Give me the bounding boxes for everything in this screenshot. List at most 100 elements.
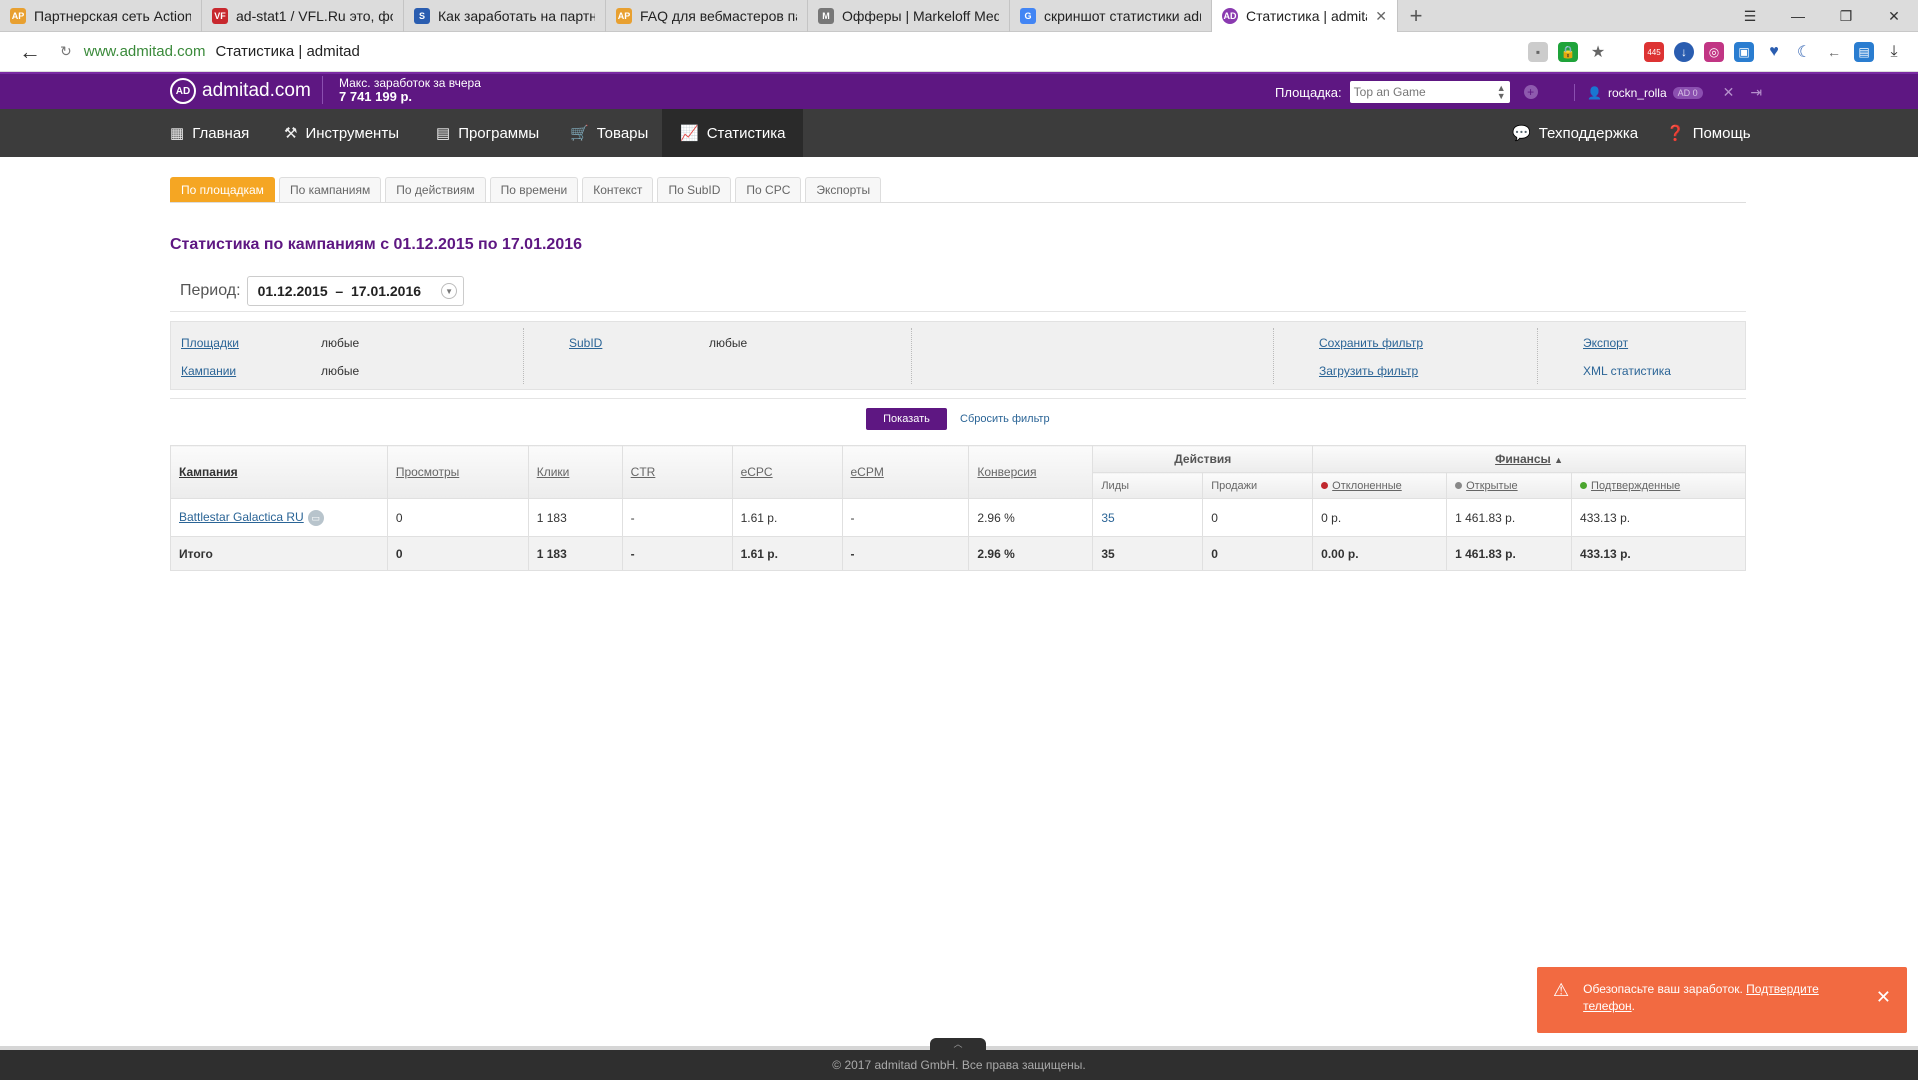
- green-dot-icon: [1580, 481, 1588, 489]
- heart-icon[interactable]: ♥: [1764, 42, 1784, 62]
- col-confirmed[interactable]: Подтвержденные: [1571, 472, 1746, 499]
- back-arrow-icon[interactable]: ←: [0, 39, 60, 65]
- divider: [170, 398, 1746, 399]
- tab-by-subid[interactable]: По SubID: [657, 177, 732, 202]
- menu-icon[interactable]: ☰: [1726, 0, 1774, 32]
- filter-subid-link[interactable]: SubID: [569, 336, 602, 350]
- user-menu[interactable]: 👤 rockn_rolla AD 0 ✕ ⇥: [1574, 84, 1762, 101]
- url-domain[interactable]: www.admitad.com: [84, 43, 206, 60]
- export-link[interactable]: Экспорт: [1583, 336, 1628, 350]
- filter-platforms-link[interactable]: Площадки: [181, 336, 239, 350]
- download-circle-icon[interactable]: ↓: [1674, 42, 1694, 62]
- col-views[interactable]: Просмотры: [386, 445, 529, 499]
- new-tab-icon[interactable]: +: [1398, 0, 1434, 32]
- logout-icon[interactable]: ⇥: [1750, 84, 1762, 101]
- campaign-link[interactable]: Battlestar Galactica RU: [179, 510, 304, 524]
- browser-tab[interactable]: AP Партнерская сеть Actionpay: [0, 0, 202, 32]
- period-picker: Период: 01.12.2015 – 17.01.2016 ▼: [180, 276, 465, 306]
- phone-link[interactable]: телефон: [1583, 999, 1632, 1013]
- nav-item-help[interactable]: ❓ Помощь: [1648, 109, 1769, 157]
- browser-tab[interactable]: AP FAQ для вебмастеров парт: [606, 0, 808, 32]
- col-group-finance[interactable]: Финансы ▲: [1312, 445, 1746, 473]
- chevron-down-icon[interactable]: ▼: [441, 283, 458, 299]
- confirm-phone-link[interactable]: Подтвердите: [1746, 982, 1819, 996]
- nav-item-statistics[interactable]: 📈 Статистика: [662, 109, 804, 157]
- col-conversion[interactable]: Конверсия: [968, 445, 1094, 499]
- add-platform-icon[interactable]: +: [1523, 85, 1538, 99]
- header-label: eCPC: [740, 465, 773, 479]
- period-input[interactable]: 01.12.2015 – 17.01.2016 ▼: [246, 276, 465, 306]
- moon-icon[interactable]: ☾: [1794, 42, 1814, 62]
- instagram-icon[interactable]: ◎: [1704, 42, 1724, 62]
- tab-by-campaigns[interactable]: По кампаниям: [278, 177, 382, 202]
- chevron-up-icon[interactable]: ︿: [930, 1038, 986, 1050]
- header-label: CTR: [630, 465, 656, 479]
- maximize-icon[interactable]: ❐: [1822, 0, 1870, 32]
- star-icon[interactable]: ★: [1588, 42, 1608, 62]
- col-ctr[interactable]: CTR: [621, 445, 733, 499]
- reload-icon[interactable]: ↻: [60, 43, 72, 60]
- settings-tools-icon[interactable]: ✕: [1723, 84, 1735, 101]
- username: rockn_rolla: [1607, 85, 1667, 100]
- campaign-info-icon[interactable]: ▭: [307, 509, 324, 526]
- arrow-left-icon[interactable]: ←: [1824, 42, 1844, 62]
- cell-confirmed: 433.13 р.: [1571, 536, 1746, 571]
- minimize-icon[interactable]: —: [1774, 0, 1822, 32]
- divider: [1273, 328, 1274, 384]
- nav-item-home[interactable]: ▦ Главная: [152, 109, 267, 157]
- col-rejected[interactable]: Отклоненные: [1312, 472, 1448, 499]
- header-label: Действия: [1174, 452, 1232, 466]
- download-icon[interactable]: ⤓: [1884, 42, 1904, 62]
- admitad-logo[interactable]: AD admitad.com: [170, 78, 311, 104]
- tab-by-time[interactable]: По времени: [489, 177, 579, 202]
- gray-dot-icon: [1455, 481, 1463, 489]
- col-campaign[interactable]: Кампания: [170, 445, 388, 499]
- close-icon[interactable]: ✕: [1876, 987, 1891, 1008]
- browser-tab-active[interactable]: AD Статистика | admitad ✕: [1212, 0, 1398, 32]
- browser-tab[interactable]: S Как заработать на партнерс: [404, 0, 606, 32]
- lock-icon[interactable]: 🔒: [1558, 42, 1578, 62]
- close-tab-icon[interactable]: ✕: [1375, 8, 1387, 25]
- load-filter-link[interactable]: Загрузить фильтр: [1319, 364, 1418, 378]
- browser-tab[interactable]: M Офферы | Markeloff Media: [808, 0, 1010, 32]
- nav-item-support[interactable]: 💬 Техподдержка: [1494, 109, 1656, 157]
- platform-select[interactable]: Top an Game ▲ ▼: [1349, 81, 1510, 103]
- tab-by-actions[interactable]: По действиям: [385, 177, 486, 202]
- divider: [523, 328, 524, 384]
- tab-by-platforms[interactable]: По площадкам: [170, 177, 275, 202]
- browser-tab-title: Как заработать на партнерс: [438, 8, 595, 24]
- col-clicks[interactable]: Клики: [527, 445, 623, 499]
- tab-by-cpc[interactable]: По CPC: [735, 177, 802, 202]
- show-button[interactable]: Показать: [866, 408, 947, 430]
- image-icon[interactable]: ▤: [1854, 42, 1874, 62]
- col-sales: Продажи: [1202, 472, 1314, 499]
- browser-tab[interactable]: VF ad-stat1 / VFL.Ru это, фотох: [202, 0, 404, 32]
- cell-ecpc: 1.61 р.: [731, 536, 843, 571]
- cell-confirmed: 433.13 р.: [1571, 498, 1746, 537]
- cell-rejected: 0.00 р.: [1312, 536, 1448, 571]
- nav-item-tools[interactable]: ⚒ Инструменты: [266, 109, 417, 157]
- browser-tab-title: скриншот статистики admi: [1044, 8, 1201, 24]
- header-label: Кампания: [179, 465, 238, 479]
- vk-icon[interactable]: ▣: [1734, 42, 1754, 62]
- filter-campaigns-link[interactable]: Кампании: [181, 364, 236, 378]
- save-filter-link[interactable]: Сохранить фильтр: [1319, 336, 1423, 350]
- close-window-icon[interactable]: ✕: [1870, 0, 1918, 32]
- tab-context[interactable]: Контекст: [582, 177, 654, 202]
- reset-filter-link[interactable]: Сбросить фильтр: [960, 413, 1050, 425]
- browser-tab-bar: AP Партнерская сеть Actionpay VF ad-stat1 …: [0, 0, 1918, 32]
- nav-item-programs[interactable]: ▤ Программы: [418, 109, 557, 157]
- browser-tab[interactable]: Gскриншот статистики admi: [1010, 0, 1212, 32]
- header-label: Просмотры: [395, 465, 460, 479]
- leads-link[interactable]: 35: [1101, 511, 1114, 525]
- col-open[interactable]: Открытые: [1446, 472, 1573, 499]
- actionpay-favicon-icon: AP: [10, 8, 26, 24]
- url-title[interactable]: Статистика | admitad: [215, 43, 359, 60]
- xml-stats-link[interactable]: XML статистика: [1583, 364, 1671, 378]
- chat-icon[interactable]: ▪: [1528, 42, 1548, 62]
- calendar-badge-icon[interactable]: 445: [1644, 42, 1664, 62]
- col-ecpc[interactable]: eCPC: [731, 445, 843, 499]
- col-ecpm[interactable]: eCPM: [841, 445, 970, 499]
- tab-exports[interactable]: Экспорты: [805, 177, 882, 202]
- nav-item-products[interactable]: 🛒 Товары: [552, 109, 666, 157]
